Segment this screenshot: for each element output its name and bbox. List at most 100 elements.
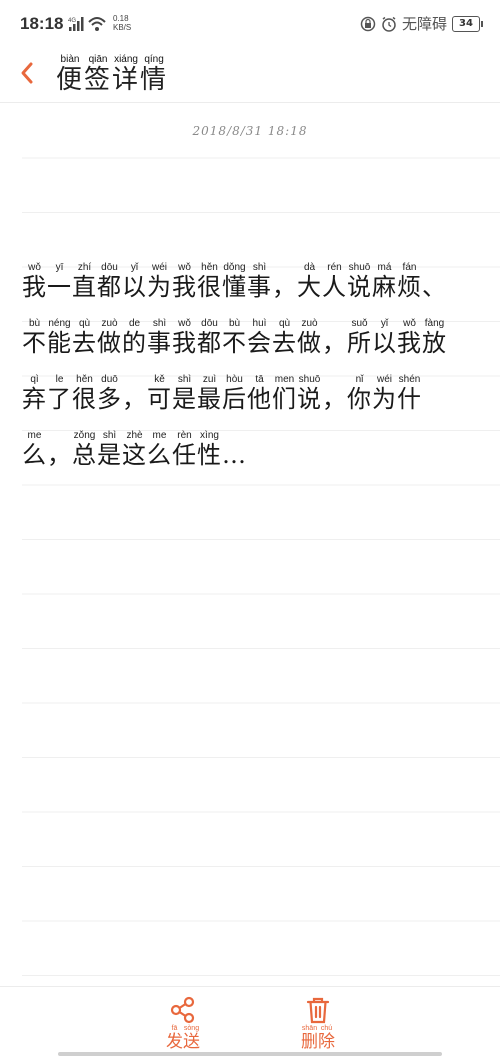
pinyin: duō: [97, 374, 122, 385]
hanzi: 、: [422, 273, 447, 301]
hanzi: ，: [272, 273, 297, 301]
pinyin: shì: [172, 374, 197, 385]
char-with-pinyin: 总zǒng: [72, 430, 97, 469]
hanzi: 的: [122, 329, 147, 357]
hanzi: 放: [422, 329, 447, 357]
hanzi: 什: [397, 385, 422, 413]
pinyin: qù: [272, 318, 297, 329]
char-with-pinyin: 这zhè: [122, 430, 147, 469]
hanzi: 发: [166, 1032, 183, 1052]
network-type: 4G: [68, 18, 76, 24]
char-with-pinyin: 发fā: [166, 1025, 183, 1052]
hanzi: 详: [112, 65, 141, 95]
char-with-pinyin: 任rèn: [172, 430, 197, 469]
char-with-pinyin: 我wǒ: [172, 262, 197, 301]
note-timestamp: 2018/8/31 18:18: [192, 124, 308, 138]
char-with-pinyin: 了le: [47, 374, 72, 413]
pinyin: zuò: [97, 318, 122, 329]
hanzi: 这: [122, 441, 147, 469]
app-header: 便biàn签qiān详xiáng情qíng: [0, 50, 500, 103]
char-with-pinyin: 详xiáng: [112, 54, 141, 95]
status-time: 18:18: [20, 14, 64, 33]
pinyin: bù: [222, 318, 247, 329]
hanzi: 为: [147, 273, 172, 301]
hanzi: 为: [372, 385, 397, 413]
accessibility-text: 无障碍: [401, 15, 447, 33]
hanzi: 说: [297, 385, 322, 413]
pinyin: shān: [301, 1025, 318, 1032]
back-button[interactable]: [14, 55, 44, 89]
char-with-pinyin: 所suǒ: [347, 318, 372, 357]
hanzi: 我: [22, 273, 47, 301]
hanzi: 最: [197, 385, 222, 413]
char-with-pinyin: 最zuì: [197, 374, 222, 413]
char-with-pinyin: 懂dǒng: [222, 262, 247, 301]
hanzi: 以: [372, 329, 397, 357]
char-with-pinyin: 、: [422, 273, 447, 301]
pinyin: hòu: [222, 374, 247, 385]
pinyin: dōu: [97, 262, 122, 273]
char-with-pinyin: 做zuò: [97, 318, 122, 357]
pinyin: hěn: [197, 262, 222, 273]
share-icon: [170, 996, 195, 1024]
status-bar: 18:18 4G 0.18 KB/S 无障碍 34: [0, 0, 500, 50]
hanzi: 事: [147, 329, 172, 357]
pinyin: qù: [72, 318, 97, 329]
pinyin: fàng: [422, 318, 447, 329]
hanzi: 情: [140, 65, 169, 95]
hanzi: 送: [183, 1032, 200, 1052]
char-with-pinyin: 很hěn: [197, 262, 222, 301]
hanzi: 所: [347, 329, 372, 357]
char-with-pinyin: ，: [47, 441, 72, 469]
pinyin: fán: [397, 262, 422, 273]
chevron-left-icon[interactable]: [14, 55, 44, 89]
pinyin: zuì: [197, 374, 222, 385]
pinyin: qì: [22, 374, 47, 385]
pinyin: shì: [97, 430, 122, 441]
hanzi: 能: [47, 329, 72, 357]
char-with-pinyin: 说shuō: [347, 262, 372, 301]
pinyin: fā: [166, 1025, 183, 1032]
char-with-pinyin: 为wéi: [147, 262, 172, 301]
char-with-pinyin: 直zhí: [72, 262, 97, 301]
alarm-icon: [382, 16, 396, 32]
network-speed: 0.18 KB/S: [113, 14, 132, 32]
hanzi: 会: [247, 329, 272, 357]
hanzi: 我: [172, 273, 197, 301]
note-content[interactable]: 我wǒ一yī直zhí都dōu以yǐ为wéi我wǒ很hěn懂dǒng事shì，大d…: [22, 262, 484, 486]
pinyin: shuō: [297, 374, 322, 385]
pinyin: dà: [297, 262, 322, 273]
hanzi: ，: [322, 385, 347, 413]
hanzi: 删: [301, 1032, 318, 1052]
pinyin: xìng: [197, 430, 222, 441]
char-with-pinyin: 事shì: [147, 318, 172, 357]
note-line: 不bù能néng去qù做zuò的de事shì我wǒ都dōu不bù会huì去qù做…: [22, 318, 484, 374]
char-with-pinyin: 删shān: [301, 1025, 318, 1052]
hanzi: ，: [47, 441, 72, 469]
pinyin: nǐ: [347, 374, 372, 385]
hanzi: 大: [297, 273, 322, 301]
note-line: 弃qì了le很hěn多duō，可kě是shì最zuì后hòu他tā们men说sh…: [22, 374, 484, 430]
char-with-pinyin: 我wǒ: [172, 318, 197, 357]
hanzi: 一: [47, 273, 72, 301]
hanzi: 做: [297, 329, 322, 357]
char-with-pinyin: 说shuō: [297, 374, 322, 413]
gesture-nav-bar[interactable]: [58, 1052, 442, 1056]
hanzi: 他: [247, 385, 272, 413]
hanzi: 签: [84, 65, 113, 95]
hanzi: 性: [197, 441, 222, 469]
lock-rotation-icon: [360, 16, 376, 31]
send-button[interactable]: 发fā送sòng: [153, 995, 213, 1052]
pinyin: biàn: [56, 54, 84, 65]
pinyin: qiān: [84, 54, 113, 65]
delete-button[interactable]: 删shān除chú: [288, 995, 348, 1052]
pinyin: suǒ: [347, 318, 372, 329]
pinyin: sòng: [183, 1025, 200, 1032]
char-with-pinyin: 很hěn: [72, 374, 97, 413]
char-with-pinyin: 为wéi: [372, 374, 397, 413]
hanzi: 都: [197, 329, 222, 357]
pinyin: má: [372, 262, 397, 273]
char-with-pinyin: 送sòng: [183, 1025, 200, 1052]
hanzi: 麻: [372, 273, 397, 301]
char-with-pinyin: 会huì: [247, 318, 272, 357]
